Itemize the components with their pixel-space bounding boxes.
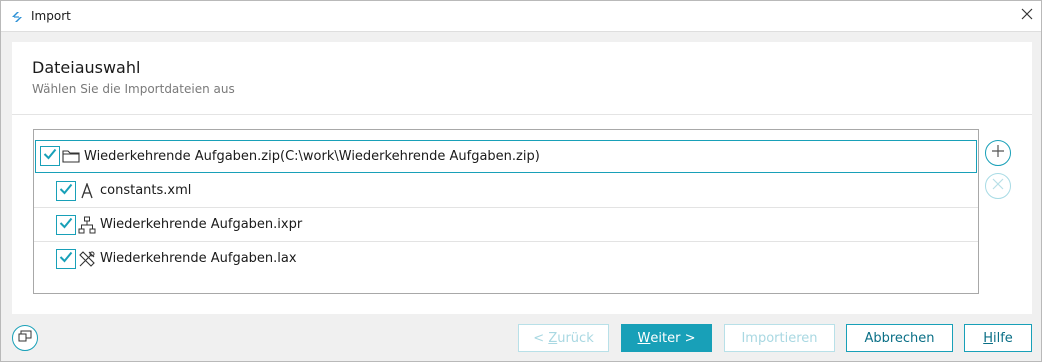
file-list: Wiederkehrende Aufgaben.zip(C:\work\Wied… [33,129,979,294]
header-panel: Dateiauswahl Wählen Sie die Importdateie… [12,42,1032,115]
app-logo-icon [10,10,24,24]
folder-icon [62,147,80,165]
text-a-icon [78,182,96,200]
root-file-path: (C:\work\Wiederkehrende Aufgaben.zip) [280,149,540,164]
close-button[interactable] [1015,5,1039,27]
content-panel: Wiederkehrende Aufgaben.zip(C:\work\Wied… [12,115,1032,314]
page-subtitle: Wählen Sie die Importdateien aus [32,82,235,96]
next-button-key: W [637,330,651,346]
checkmark-icon [59,217,73,233]
tools-icon [78,250,96,268]
add-file-button[interactable] [985,140,1011,166]
constants-checkbox[interactable] [56,181,76,201]
file-row-ixpr[interactable]: Wiederkehrende Aufgaben.ixpr [34,208,978,242]
page-title: Dateiauswahl [32,58,141,77]
window-mode-button[interactable] [12,325,38,351]
close-icon [992,178,1004,194]
import-button[interactable]: Importieren [724,324,835,352]
cancel-button-label: Abbrechen [864,330,935,346]
title-bar: Import [1,1,1041,32]
back-button[interactable]: < Zurück [518,324,609,352]
close-icon [1021,8,1033,24]
cancel-button[interactable]: Abbrechen [846,324,953,352]
plus-icon [991,144,1005,162]
lax-checkbox[interactable] [56,249,76,269]
file-row-lax[interactable]: Wiederkehrende Aufgaben.lax [34,242,978,276]
ixpr-checkbox[interactable] [56,215,76,235]
file-row-constants[interactable]: constants.xml [34,174,978,208]
help-button-rest: ilfe [992,330,1013,346]
back-button-rest: urück [557,330,594,346]
hierarchy-icon [78,216,96,234]
checkmark-icon [59,183,73,199]
file-row-root[interactable]: Wiederkehrende Aufgaben.zip(C:\work\Wied… [35,140,977,173]
back-button-key: Z [548,330,558,346]
window-title: Import [31,9,71,23]
file-name: Wiederkehrende Aufgaben.lax [100,251,297,266]
window-icon [18,330,32,346]
root-checkbox[interactable] [40,146,60,166]
help-button-key: H [983,330,993,346]
next-button-rest: eiter > [650,330,696,346]
help-button[interactable]: Hilfe [964,324,1032,352]
back-button-prefix: < [533,330,549,346]
remove-file-button[interactable] [985,173,1011,199]
next-button[interactable]: Weiter > [621,324,712,352]
file-name: Wiederkehrende Aufgaben.ixpr [100,217,303,232]
checkmark-icon [43,148,57,164]
checkmark-icon [59,251,73,267]
root-file-label: Wiederkehrende Aufgaben.zip(C:\work\Wied… [84,149,540,164]
root-file-name: Wiederkehrende Aufgaben.zip [84,149,280,164]
import-dialog: Import Dateiauswahl Wählen Sie die Impor… [0,0,1042,362]
file-name: constants.xml [100,183,192,198]
import-button-label: Importieren [741,330,818,346]
